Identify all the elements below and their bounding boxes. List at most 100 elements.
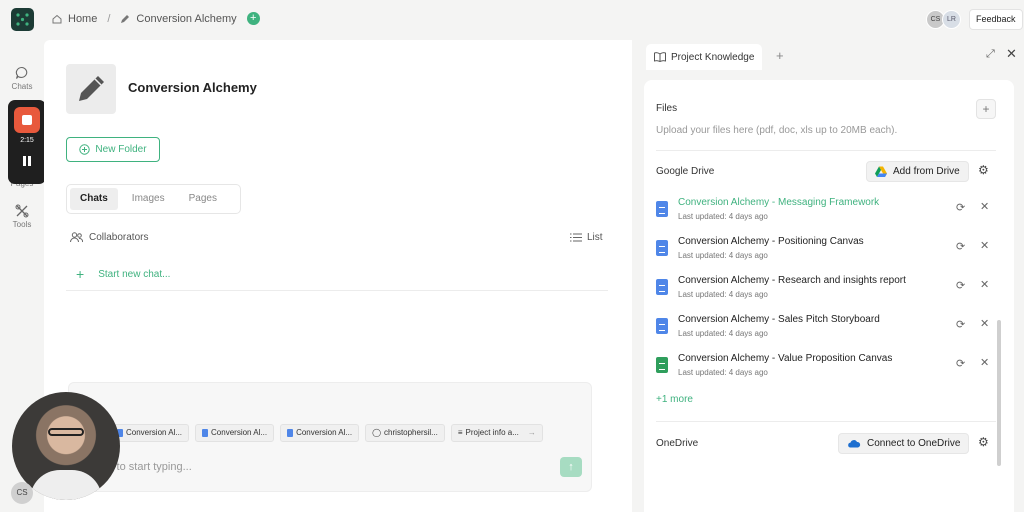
content-tabs: Chats Images Pages [66, 184, 241, 214]
list-label: List [587, 232, 603, 243]
close-icon[interactable]: ✕ [980, 317, 989, 330]
rail-item-label: Chats [11, 82, 33, 91]
file-name[interactable]: Conversion Alchemy - Sales Pitch Storybo… [678, 314, 880, 325]
breadcrumb-project[interactable]: Conversion Alchemy [136, 13, 236, 25]
plus-circle-icon [79, 144, 91, 155]
add-icon[interactable]: + [246, 12, 260, 25]
close-icon[interactable]: ✕ [1006, 46, 1017, 62]
file-name[interactable]: Conversion Alchemy - Value Proposition C… [678, 353, 892, 364]
close-icon[interactable]: ✕ [980, 239, 989, 252]
avatar-group: CS LR [926, 10, 961, 29]
file-name[interactable]: Conversion Alchemy - Messaging Framework [678, 197, 879, 208]
context-chip[interactable]: Conversion Al... [195, 424, 275, 442]
start-chat-label: Start new chat... [98, 268, 171, 280]
feedback-button[interactable]: Feedback [969, 9, 1023, 30]
logo-icon [16, 13, 29, 26]
right-panel-header: Project Knowledge + ⤢ ✕ [636, 40, 1024, 72]
top-bar: Home / Conversion Alchemy + CS LR Feedba… [0, 0, 1024, 40]
context-chip[interactable]: Conversion Al... [110, 424, 190, 442]
collaborators[interactable]: Collaborators [70, 232, 148, 243]
cloud-icon [848, 440, 861, 448]
divider [66, 290, 608, 291]
collaborators-label: Collaborators [89, 232, 149, 243]
connect-onedrive-label: Connect to OneDrive [867, 438, 961, 449]
google-drive-label: Google Drive [656, 166, 715, 177]
tab-chats[interactable]: Chats [70, 188, 118, 210]
users-icon [70, 232, 83, 243]
home-icon [52, 14, 62, 23]
doc-icon [656, 279, 668, 295]
tab-project-knowledge[interactable]: Project Knowledge [646, 44, 763, 70]
tools-icon [15, 204, 29, 218]
rail-item-label: Tools [12, 220, 32, 229]
chat-bubble-icon [15, 66, 28, 79]
refresh-icon[interactable]: ⟳ [956, 240, 965, 253]
tab-label: Project Knowledge [671, 51, 755, 63]
arrow-up-icon: ↑ [568, 461, 574, 473]
start-new-chat[interactable]: + Start new chat... [76, 266, 170, 282]
recording-time: 2:15 [20, 137, 34, 144]
file-updated: Last updated: 4 days ago [678, 251, 768, 260]
close-icon[interactable]: ✕ [980, 356, 989, 369]
stop-recording-button[interactable] [14, 107, 40, 133]
connect-onedrive-button[interactable]: Connect to OneDrive [838, 433, 970, 454]
app-logo[interactable] [11, 8, 34, 31]
book-icon [654, 52, 666, 62]
add-tab-button[interactable]: + [776, 48, 784, 63]
chat-input-placeholder[interactable]: k to start typing... [108, 461, 192, 473]
new-folder-button[interactable]: New Folder [66, 137, 160, 162]
avatar[interactable]: LR [942, 10, 961, 29]
add-file-button[interactable]: + [976, 99, 996, 119]
pencil-icon [121, 14, 130, 23]
file-name[interactable]: Conversion Alchemy - Positioning Canvas [678, 236, 864, 247]
list-view-button[interactable]: List [570, 232, 603, 243]
list-item[interactable]: Conversion Alchemy - Positioning Canvas … [656, 236, 996, 268]
files-label: Files [656, 103, 678, 114]
show-more-link[interactable]: +1 more [656, 394, 693, 405]
context-chip[interactable]: ◯ christophersil... [365, 424, 445, 442]
context-chip[interactable]: Conversion Al... [280, 424, 360, 442]
rail-item-tools[interactable]: Tools [0, 204, 44, 229]
upload-hint: Upload your files here (pdf, doc, xls up… [656, 125, 898, 136]
file-updated: Last updated: 4 days ago [678, 329, 768, 338]
doc-icon [202, 429, 209, 437]
list-item[interactable]: Conversion Alchemy - Value Proposition C… [656, 353, 996, 385]
gear-icon[interactable]: ⚙ [978, 435, 989, 449]
close-icon[interactable]: ✕ [980, 200, 989, 213]
doc-icon [656, 240, 668, 256]
divider [656, 150, 996, 151]
doc-icon [656, 318, 668, 334]
webcam-body [30, 470, 102, 500]
add-from-drive-button[interactable]: Add from Drive [866, 161, 969, 182]
close-icon[interactable]: ✕ [980, 278, 989, 291]
expand-icon[interactable]: ⤢ [986, 48, 995, 61]
breadcrumb-home[interactable]: Home [68, 13, 97, 25]
list-item[interactable]: Conversion Alchemy - Research and insigh… [656, 275, 996, 307]
arrow-right-icon[interactable]: → [528, 425, 536, 441]
app-window: Home / Conversion Alchemy + CS LR Feedba… [0, 0, 1024, 512]
page-title: Conversion Alchemy [128, 80, 257, 95]
chip-label: Conversion Al... [126, 428, 183, 437]
scrollbar[interactable] [997, 320, 1001, 466]
gear-icon[interactable]: ⚙ [978, 163, 989, 177]
pencil-icon [79, 76, 104, 101]
file-updated: Last updated: 4 days ago [678, 212, 768, 221]
user-badge[interactable]: CS [11, 482, 33, 504]
rail-item-chats[interactable]: Chats [0, 66, 44, 91]
refresh-icon[interactable]: ⟳ [956, 318, 965, 331]
list-item[interactable]: Conversion Alchemy - Sales Pitch Storybo… [656, 314, 996, 346]
refresh-icon[interactable]: ⟳ [956, 279, 965, 292]
tab-pages[interactable]: Pages [179, 188, 227, 210]
context-chip[interactable]: ≡ Project info a... → [450, 424, 543, 442]
refresh-icon[interactable]: ⟳ [956, 357, 965, 370]
file-updated: Last updated: 4 days ago [678, 290, 768, 299]
pause-icon[interactable] [23, 156, 31, 166]
send-button[interactable]: ↑ [560, 457, 582, 477]
notes-icon: ≡ [457, 428, 463, 437]
list-item[interactable]: Conversion Alchemy - Messaging Framework… [656, 197, 996, 229]
tab-images[interactable]: Images [122, 188, 175, 210]
context-chips: Conversion Al... Conversion Al... Conver… [110, 424, 543, 442]
file-name[interactable]: Conversion Alchemy - Research and insigh… [678, 275, 906, 286]
refresh-icon[interactable]: ⟳ [956, 201, 965, 214]
divider [656, 421, 996, 422]
